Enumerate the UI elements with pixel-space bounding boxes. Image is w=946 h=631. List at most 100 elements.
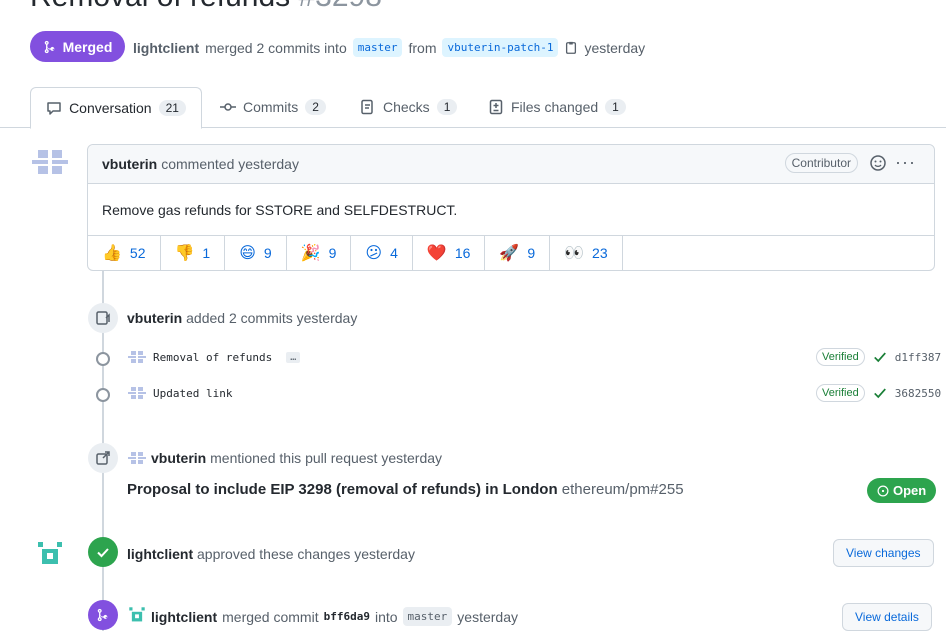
tab-counter: 2 (305, 99, 326, 115)
tab-counter: 1 (605, 99, 626, 115)
commit-icon (220, 103, 236, 111)
comment-author[interactable]: vbuterin (102, 156, 157, 172)
expand-commit-button[interactable]: … (286, 352, 301, 363)
commit-message-link[interactable]: Removal of refunds (153, 351, 272, 364)
open-state-badge: Open (867, 478, 937, 503)
into-text: into (374, 608, 398, 625)
base-branch[interactable]: master (352, 38, 403, 57)
hooray-icon: 🎉 (300, 245, 321, 262)
event-author[interactable]: vbuterin (151, 450, 206, 466)
mention-event: vbuterin mentioned this pull request yes… (151, 450, 442, 466)
pr-number: #3298 (298, 0, 381, 13)
tab-label: Commits (243, 99, 299, 115)
commit-sha-link[interactable]: d1ff387 (895, 351, 941, 364)
reaction-confused[interactable]: 😕 4 (351, 236, 413, 270)
event-author[interactable]: vbuterin (127, 310, 182, 326)
tab-counter: 1 (436, 99, 458, 115)
checklist-icon (361, 99, 373, 115)
reaction-hooray[interactable]: 🎉 9 (287, 236, 352, 270)
reaction-heart[interactable]: ❤️ 16 (413, 236, 486, 270)
merge-commit-sha[interactable]: bff6da9 (324, 610, 370, 623)
pr-author-link[interactable]: lightclient (133, 40, 199, 56)
merge-time: yesterday (457, 608, 518, 625)
view-details-button[interactable]: View details (842, 603, 932, 631)
eyes-icon: 👀 (564, 245, 585, 262)
file-diff-icon (489, 99, 503, 115)
referenced-issue-repo: ethereum/pm#255 (561, 481, 684, 498)
tab-checks[interactable]: Checks 1 (360, 87, 458, 127)
tab-files-changed[interactable]: Files changed 1 (488, 87, 626, 127)
merge-target-branch[interactable]: master (402, 607, 453, 626)
commit-status: Verified 3682550 (816, 384, 941, 402)
tab-commits[interactable]: Commits 2 (220, 87, 326, 127)
event-text: mentioned this pull request yesterday (210, 450, 443, 466)
reaction-count: 9 (328, 245, 337, 261)
add-reaction-icon[interactable] (870, 155, 886, 171)
laugh-icon: 😄 (239, 245, 256, 262)
commit-row: Removal of refunds … (153, 351, 301, 364)
lightclient-mini-avatar[interactable] (128, 606, 146, 624)
merged-state-badge: Merged (30, 31, 125, 62)
contributor-badge: Contributor (784, 153, 858, 173)
merge-icon (44, 40, 54, 53)
reaction-count: 1 (202, 245, 211, 261)
reaction-rocket[interactable]: 🚀 9 (485, 236, 551, 270)
merge-event-icon (88, 600, 118, 630)
tab-conversation[interactable]: Conversation 21 (30, 87, 202, 129)
reactions-bar: 👍 52 👎 1 😄 9 🎉 9 😕 4 ❤️ 16 🚀 9 👀 23 (88, 235, 934, 270)
reaction-count: 9 (527, 245, 536, 261)
tab-counter: 21 (158, 100, 186, 116)
event-text: approved these changes yesterday (197, 546, 415, 562)
from-text: from (408, 39, 437, 56)
comment-icon (47, 102, 61, 115)
reaction-count: 16 (454, 245, 471, 261)
page-title: Removal of refunds #3298 (30, 0, 382, 14)
event-text: added 2 commits yesterday (186, 310, 358, 326)
comment-header: vbuterin commented yesterday Contributor… (88, 145, 934, 184)
check-icon (873, 388, 886, 399)
head-branch[interactable]: vbuterin-patch-1 (442, 38, 559, 57)
merge-event: lightclient merged commit bff6da9 into m… (151, 607, 518, 626)
commit-message-link[interactable]: Updated link (153, 387, 232, 400)
pr-meta: lightclient merged 2 commits into master… (133, 38, 645, 57)
thumbs-up-icon: 👍 (102, 245, 122, 262)
pr-tabs: Conversation 21 Commits 2 Checks 1 Files… (0, 87, 946, 129)
verified-badge[interactable]: Verified (816, 384, 865, 402)
approved-check-icon (88, 537, 118, 567)
commit-sha-link[interactable]: 3682550 (895, 387, 941, 400)
cross-reference-icon (88, 443, 118, 473)
commits-added-event: vbuterin added 2 commits yesterday (127, 310, 357, 326)
referenced-issue[interactable]: Proposal to include EIP 3298 (removal of… (127, 481, 684, 498)
pr-title: Removal of refunds (30, 0, 290, 13)
reaction-count: 4 (390, 245, 398, 261)
thumbs-down-icon: 👎 (174, 245, 195, 262)
issue-open-icon (877, 485, 889, 496)
reaction-eyes[interactable]: 👀 23 (550, 236, 623, 270)
reaction-count: 9 (263, 245, 272, 261)
reaction-thumbs-up[interactable]: 👍 52 (88, 236, 161, 270)
pr-comment: vbuterin commented yesterday Contributor… (87, 144, 935, 271)
copy-icon[interactable] (564, 41, 578, 55)
tab-label: Conversation (69, 100, 152, 116)
verified-badge[interactable]: Verified (816, 348, 865, 366)
reaction-thumbs-down[interactable]: 👎 1 (161, 236, 226, 270)
approve-event: lightclient approved these changes yeste… (127, 546, 415, 562)
vbuterin-mini-avatar[interactable] (128, 384, 146, 402)
event-author[interactable]: lightclient (127, 546, 193, 562)
repo-push-icon (88, 303, 118, 333)
open-label: Open (893, 483, 927, 498)
comment-action: commented yesterday (161, 156, 299, 172)
merge-text: merged 2 commits into (205, 39, 347, 56)
vbuterin-avatar[interactable] (32, 144, 68, 180)
more-options-icon[interactable]: ··· (895, 152, 916, 173)
event-author[interactable]: lightclient (151, 609, 217, 625)
heart-icon: ❤️ (426, 245, 447, 262)
view-changes-button[interactable]: View changes (833, 539, 934, 567)
reaction-laugh[interactable]: 😄 9 (225, 236, 287, 270)
event-text: merged commit (222, 608, 319, 625)
vbuterin-mini-avatar[interactable] (128, 449, 146, 467)
vbuterin-mini-avatar[interactable] (128, 348, 146, 366)
pr-time: yesterday (584, 39, 646, 56)
lightclient-avatar[interactable] (36, 540, 64, 568)
commit-dot-icon (96, 352, 110, 366)
